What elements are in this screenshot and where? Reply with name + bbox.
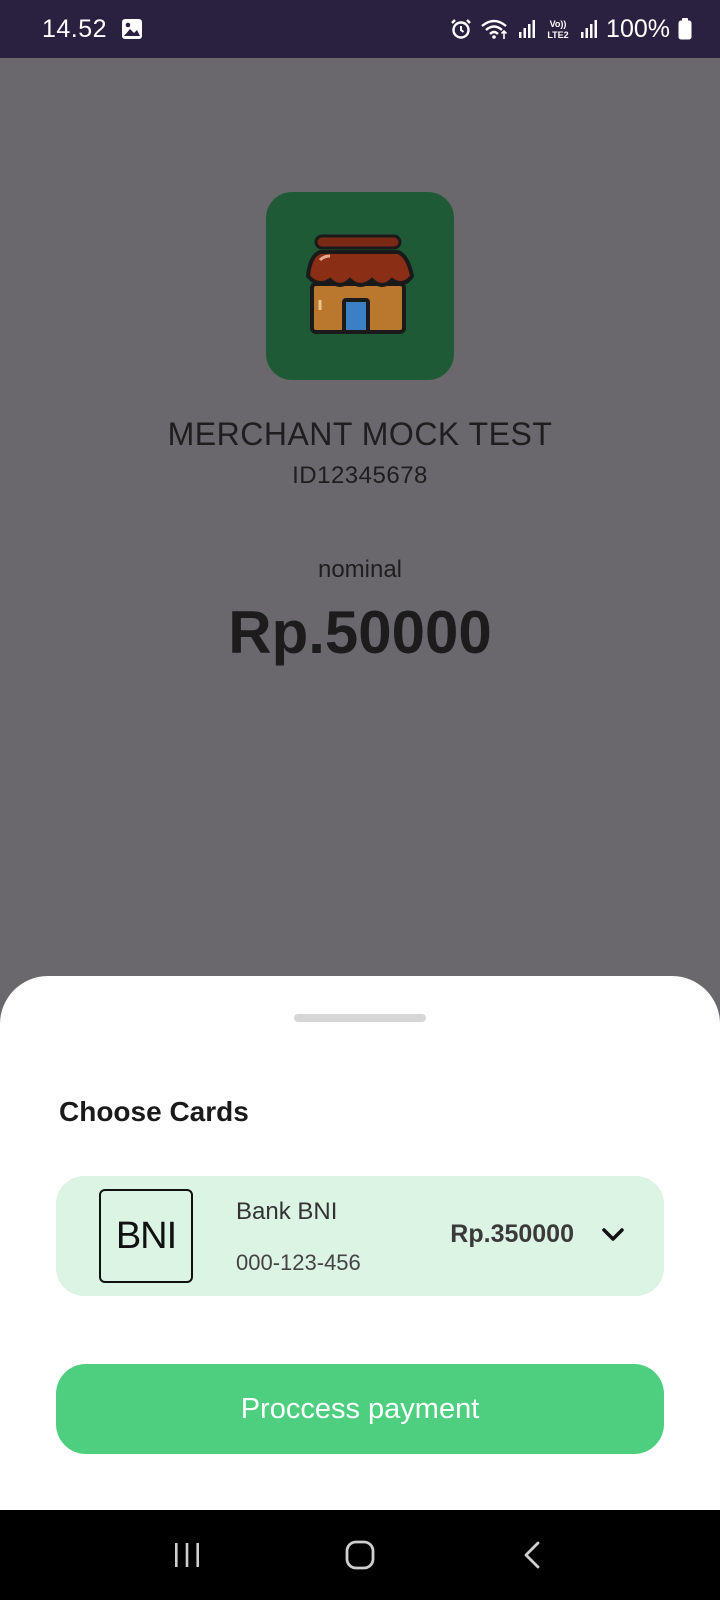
svg-text:LTE2: LTE2 bbox=[547, 30, 568, 40]
screen: 14.52 Vo)) LTE2 100% MERCHANT MOCK TEST … bbox=[0, 0, 720, 1600]
home-icon[interactable] bbox=[330, 1525, 390, 1585]
alarm-icon bbox=[450, 18, 472, 40]
account-number: 000-123-456 bbox=[236, 1250, 361, 1275]
bank-logo: BNI bbox=[99, 1189, 193, 1283]
card-balance: Rp.350000 bbox=[450, 1220, 574, 1248]
status-time: 14.52 bbox=[42, 14, 108, 43]
choose-card-bottom-sheet: Choose Cards BNI Bank BNI 000-123-456 Rp… bbox=[0, 976, 720, 1510]
chevron-down-icon[interactable] bbox=[600, 1222, 626, 1248]
sheet-title: Choose Cards bbox=[59, 1096, 249, 1127]
bank-logo-text: BNI bbox=[115, 1214, 177, 1257]
battery-percentage: 100% bbox=[606, 14, 670, 43]
drag-handle[interactable] bbox=[294, 1014, 426, 1022]
status-right: Vo)) LTE2 100% bbox=[450, 15, 692, 44]
status-bar: 14.52 Vo)) LTE2 100% bbox=[0, 0, 720, 58]
volte-icon: Vo)) LTE2 bbox=[544, 17, 572, 41]
bank-name: Bank BNI bbox=[236, 1198, 338, 1225]
recent-apps-icon[interactable] bbox=[157, 1525, 217, 1585]
nominal-label: nominal bbox=[317, 556, 403, 583]
back-icon[interactable] bbox=[503, 1525, 563, 1585]
card-selector[interactable]: BNI Bank BNI 000-123-456 Rp.350000 bbox=[56, 1176, 664, 1296]
merchant-name: MERCHANT MOCK TEST bbox=[167, 416, 553, 452]
signal-icon-2 bbox=[580, 19, 598, 39]
status-left: 14.52 bbox=[42, 15, 143, 44]
navigation-bar bbox=[0, 1510, 720, 1600]
merchant-id: ID12345678 bbox=[292, 462, 428, 489]
process-payment-button[interactable]: Proccess payment bbox=[56, 1364, 664, 1454]
wifi-icon bbox=[480, 18, 510, 40]
battery-icon bbox=[678, 18, 692, 40]
nominal-amount: Rp.50000 bbox=[228, 599, 492, 666]
signal-icon bbox=[518, 19, 536, 39]
store-icon bbox=[266, 192, 454, 380]
svg-text:Vo)): Vo)) bbox=[550, 19, 567, 29]
image-icon bbox=[121, 18, 143, 40]
